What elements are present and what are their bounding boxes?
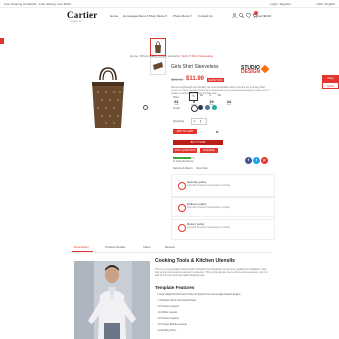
discount-badge: SAVE 54%: [207, 78, 224, 82]
feature-item: • 4 Product Mobile Layouts: [157, 323, 187, 326]
delivery-return-link[interactable]: Delivery & Return: [173, 167, 193, 170]
size-chart-link[interactable]: Size Chart: [196, 167, 208, 170]
feature-item: • and Many More...: [157, 329, 179, 332]
old-price: $25.99: [171, 77, 184, 82]
wishlist-icon[interactable]: ♡: [200, 130, 203, 134]
brand-logo[interactable]: STUDIO DESIGN: [241, 66, 260, 75]
content-heading: Cooking Tools & Kitchen Utensils: [155, 258, 235, 264]
product-main-image[interactable]: [76, 62, 140, 134]
stock-bar-fill: [173, 157, 191, 159]
currency-selector[interactable]: USD / English: [316, 2, 335, 6]
side-buy-button[interactable]: ♥ Buy: [322, 75, 339, 82]
truck-icon: [178, 204, 186, 212]
side-quote-button[interactable]: Quote: [322, 82, 339, 89]
size-label: Size: [173, 95, 179, 99]
quantity-stepper[interactable]: 1 ▴ ▾: [191, 118, 207, 125]
nav-photo-menu[interactable]: Photo Menu ▾: [173, 14, 192, 18]
color-label: Color: [173, 106, 181, 110]
nav-homepage-menu[interactable]: Homepage Menu ▾: [123, 14, 148, 18]
feature-item: • 4 Product Layouts: [157, 317, 179, 320]
shield-icon: [178, 182, 186, 190]
feature-item: • 4 Mobile Layouts: [157, 311, 178, 314]
feature-item: • Unlimited Users with Social Share: [157, 299, 197, 302]
size-option-m[interactable]: M: [198, 92, 205, 99]
feature-item: • Green Rapid Performance Help To Search…: [157, 293, 242, 296]
color-swatch-white[interactable]: [191, 105, 198, 112]
tab-product-details[interactable]: Product Details: [105, 245, 125, 249]
feature-item: • 4 Product Layouts: [157, 305, 179, 308]
quantity-label: Quantity: [173, 119, 185, 123]
product-tabs: Description Product Details Video Review: [67, 244, 272, 253]
divider: [171, 89, 273, 90]
policy-return: Return policy (edit with Customer Reassu…: [171, 216, 275, 240]
top-bar: Free shipping worldwide - Free delivery …: [0, 0, 339, 8]
current-price: $11.99: [186, 76, 205, 82]
size-option-l[interactable]: L: [207, 92, 214, 99]
size-option-xl[interactable]: XL: [216, 92, 223, 99]
side-flag[interactable]: [0, 38, 4, 44]
facebook-icon[interactable]: f: [245, 157, 252, 164]
logo-tagline: JEWELRY: [70, 21, 83, 23]
nav-shop-menu[interactable]: Shop Menu ▾: [149, 14, 167, 18]
brand-mark-icon: [260, 64, 270, 74]
countdown-secs: 44 Secs: [226, 99, 232, 106]
content-photo: [74, 261, 150, 339]
account-link[interactable]: Login / Register: [270, 2, 291, 6]
policy-security: Security policy (edit with Customer Reas…: [171, 174, 275, 198]
quantity-value[interactable]: 1: [194, 119, 196, 124]
heart-icon[interactable]: [246, 13, 251, 19]
search-icon[interactable]: [239, 13, 244, 19]
breadcrumb-home[interactable]: Home: [130, 54, 138, 58]
ask-question-button[interactable]: ASK A QUESTION: [173, 148, 197, 153]
color-swatch-navy[interactable]: [198, 105, 203, 110]
breadcrumb-current: Girls T-Shirt Sleeveless: [181, 54, 214, 58]
product-thumbnail-2[interactable]: [150, 57, 166, 75]
color-swatch-blue[interactable]: [205, 105, 210, 110]
buy-now-button[interactable]: BUY IT NOW: [173, 140, 223, 145]
product-thumbnail-1[interactable]: [150, 38, 166, 56]
color-swatch-teal[interactable]: [212, 105, 217, 110]
nav-contact[interactable]: Contact Us: [198, 14, 213, 18]
shipping-notice: Free shipping worldwide - Free delivery …: [4, 2, 71, 6]
tab-review[interactable]: Review: [165, 245, 175, 249]
tab-video[interactable]: Video: [143, 245, 151, 249]
features-heading: Template Features: [155, 285, 195, 290]
user-icon[interactable]: [232, 13, 237, 19]
product-title: Girls Shirt Sleeveless: [171, 64, 219, 70]
size-option-s[interactable]: S: [189, 92, 198, 101]
cart-total[interactable]: Cart $0.00: [257, 14, 271, 18]
tab-description[interactable]: Description: [74, 245, 89, 249]
return-icon: [178, 224, 186, 232]
compare-icon[interactable]: ⇄: [216, 130, 219, 134]
add-to-cart-button[interactable]: ADD TO CART: [173, 129, 197, 134]
countdown-days: 91 Days: [174, 99, 179, 106]
nav-home[interactable]: Home: [110, 14, 118, 18]
countdown-timer: 91Days 5Hours 19Mins 44Secs: [171, 99, 236, 117]
stock-text: In stock (12 items): [173, 160, 194, 163]
zoom-icon[interactable]: [143, 105, 148, 110]
twitter-icon[interactable]: t: [253, 157, 260, 164]
enquire-button[interactable]: ENQUIRE: [200, 148, 218, 153]
content-paragraph: This is a very important element which w…: [155, 268, 268, 278]
tab-active-indicator: [72, 251, 93, 252]
pinterest-icon[interactable]: p: [261, 157, 268, 164]
breadcrumb: Home / Photo Menu / Photo products / Gir…: [130, 54, 214, 58]
quantity-down-icon[interactable]: ▾: [200, 121, 201, 124]
